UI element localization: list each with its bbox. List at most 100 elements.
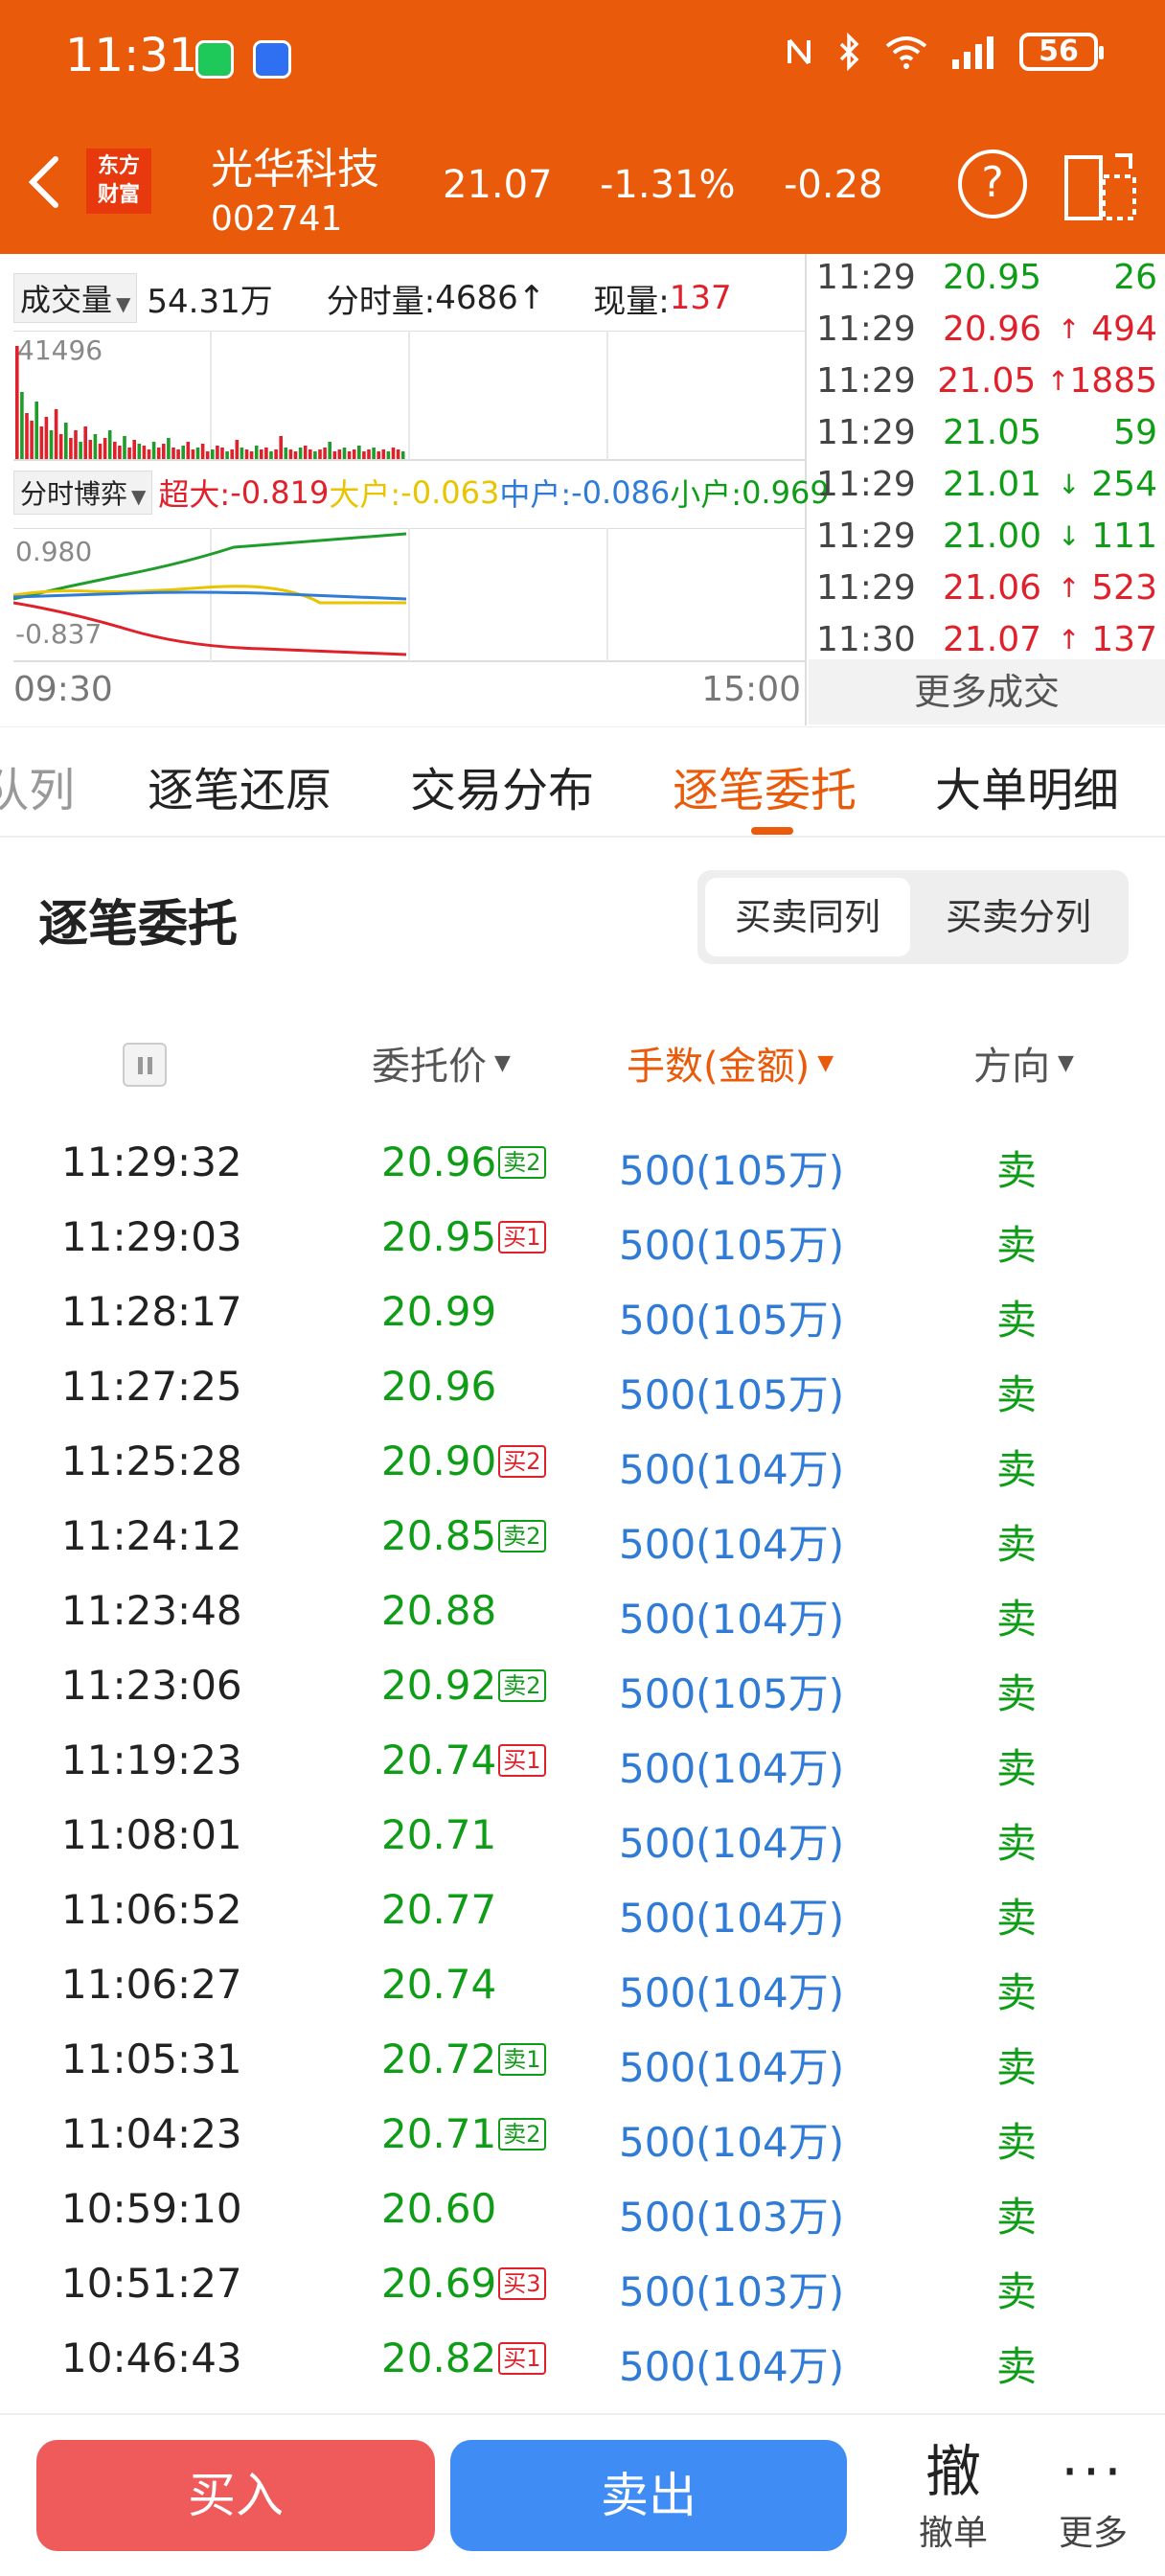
more-button[interactable]: ··· 更多 (1040, 2438, 1146, 2555)
order-row[interactable]: 11:28:17 20.99 500(105万) 卖 (0, 1278, 1165, 1353)
order-price: 20.74 买1 (381, 1736, 546, 1783)
order-price: 20.82 买1 (381, 2334, 546, 2381)
sell-button[interactable]: 卖出 (450, 2440, 847, 2551)
order-volume: 500(104万) (619, 2343, 845, 2390)
flow-indicator-selector[interactable]: 分时博弈 ▼ (13, 471, 153, 515)
order-row[interactable]: 10:51:27 20.69 买3 500(103万) 卖 (0, 2250, 1165, 2325)
volume-bar (44, 417, 49, 459)
buy-button[interactable]: 买入 (36, 2440, 435, 2551)
back-button[interactable] (23, 153, 67, 215)
cancel-icon: 撤 (925, 2439, 981, 2504)
order-time: 10:46:43 (61, 2334, 242, 2381)
direction-column-header[interactable]: 方向 ▼ (973, 1035, 1074, 1091)
bottom-action-bar: 买入 卖出 撤 撤单 ··· 更多 (0, 2413, 1165, 2576)
order-direction: 卖 (996, 1446, 1038, 1493)
section-title: 逐笔委托 (38, 896, 239, 954)
order-price: 20.71 (381, 1811, 497, 1858)
price-column-header[interactable]: 委托价 ▼ (372, 1035, 511, 1091)
order-time: 11:27:25 (61, 1363, 242, 1410)
current-price: 21.07 (443, 163, 553, 207)
order-price: 20.96 卖2 (381, 1138, 546, 1185)
app-notification-icon (253, 40, 291, 79)
order-price: 20.71 卖2 (381, 2110, 546, 2157)
order-row[interactable]: 11:06:27 20.74 500(104万) 卖 (0, 1951, 1165, 2026)
volume-column-header[interactable]: 手数(金额) ▼ (627, 1035, 834, 1091)
help-button[interactable]: ? (958, 150, 1027, 218)
order-volume: 500(104万) (619, 1820, 845, 1867)
order-row[interactable]: 11:23:06 20.92 卖2 500(105万) 卖 (0, 1652, 1165, 1727)
order-row[interactable]: 10:46:43 20.82 买1 500(104万) 卖 (0, 2325, 1165, 2400)
volume-bar (113, 442, 117, 459)
volume-bar (83, 426, 87, 459)
volume-bar (303, 446, 308, 459)
order-row[interactable]: 11:29:32 20.96 卖2 500(105万) 卖 (0, 1129, 1165, 1204)
chart-end-time: 15:00 (701, 670, 801, 709)
volume-bar (49, 430, 54, 459)
wifi-icon (885, 36, 927, 69)
stock-name[interactable]: 光华科技 (211, 134, 379, 196)
tick-time: 11:29 (816, 567, 916, 608)
tick-price: 21.05 (937, 360, 1037, 401)
m-label: 中户: (499, 476, 572, 513)
order-time: 11:24:12 (61, 1512, 242, 1559)
volume-bar (342, 448, 347, 459)
volume-bar (386, 451, 391, 459)
volume-bar (372, 448, 376, 459)
tick-price: 21.01 (943, 464, 1042, 504)
order-row[interactable]: 11:29:03 20.95 买1 500(105万) 卖 (0, 1204, 1165, 1278)
order-row[interactable]: 11:05:31 20.72 卖1 500(104万) 卖 (0, 2026, 1165, 2101)
volume-bar (220, 448, 224, 459)
volume-bar (191, 449, 195, 459)
split-screen-button[interactable] (1063, 151, 1140, 228)
flow-min-label: -0.837 (15, 618, 102, 650)
more-trades-button[interactable]: 更多成交 (809, 659, 1165, 724)
order-row[interactable]: 11:04:23 20.71 卖2 500(104万) 卖 (0, 2101, 1165, 2175)
order-row[interactable]: 11:08:01 20.71 500(104万) 卖 (0, 1802, 1165, 1876)
tick-direction-arrow: ↑ (1058, 312, 1081, 345)
stock-code: 002741 (211, 199, 343, 239)
sort-caret-icon: ▼ (494, 1050, 511, 1075)
order-row[interactable]: 10:59:10 20.60 500(103万) 卖 (0, 2175, 1165, 2250)
volume-bar (332, 451, 337, 459)
tab-trade-distribution[interactable]: 交易分布 (410, 752, 594, 819)
volume-bar (147, 449, 151, 459)
order-row[interactable]: 11:25:28 20.90 买2 500(104万) 卖 (0, 1428, 1165, 1503)
tab-tick-restore[interactable]: 逐笔还原 (148, 752, 331, 819)
volume-bar (244, 449, 249, 459)
order-price: 20.69 买3 (381, 2260, 546, 2307)
pause-icon[interactable] (123, 1043, 167, 1087)
order-direction: 卖 (996, 2343, 1038, 2390)
tick-price: 21.05 (943, 412, 1042, 452)
order-volume: 500(104万) (619, 1969, 845, 2016)
volume-bar (176, 449, 180, 459)
order-direction: 卖 (996, 2268, 1038, 2315)
order-volume: 500(104万) (619, 1446, 845, 1493)
cancel-order-button[interactable]: 撤 撤单 (901, 2438, 1006, 2555)
order-direction: 卖 (996, 1521, 1038, 1568)
split-column-option[interactable]: 买卖分列 (916, 878, 1121, 956)
intraday-chart-panel[interactable]: 成交量 ▼ 54.31万 分时量: 4686↑ 现量: 137 41496 分时博… (0, 254, 830, 725)
back-arrow-icon (28, 156, 58, 208)
order-row[interactable]: 11:27:25 20.96 500(105万) 卖 (0, 1353, 1165, 1428)
order-level-badge: 卖2 (498, 2117, 546, 2150)
order-row[interactable]: 11:23:48 20.88 500(104万) 卖 (0, 1577, 1165, 1652)
order-price: 20.72 卖1 (381, 2036, 546, 2082)
order-row[interactable]: 11:24:12 20.85 卖2 500(104万) 卖 (0, 1503, 1165, 1577)
tick-row: 11:29 21.05 59 (809, 406, 1165, 458)
tick-volume: 523 (1091, 567, 1157, 608)
more-dots-icon: ··· (1061, 2439, 1126, 2504)
volume-bar (240, 448, 244, 459)
tab-tick-orders[interactable]: 逐笔委托 (673, 752, 857, 819)
order-time: 11:23:48 (61, 1587, 242, 1634)
tick-volume: 26 (1113, 257, 1157, 297)
tab-big-orders[interactable]: 大单明细 (935, 752, 1119, 819)
order-level-badge: 卖2 (498, 1668, 546, 1702)
volume-indicator-selector[interactable]: 成交量 ▼ (13, 273, 138, 323)
same-column-option[interactable]: 买卖同列 (705, 878, 910, 956)
order-row[interactable]: 11:06:52 20.77 500(104万) 卖 (0, 1876, 1165, 1951)
tick-direction-arrow: ↑ (1046, 364, 1070, 397)
order-price: 20.92 卖2 (381, 1662, 546, 1709)
tab-queue[interactable]: 队列 (0, 752, 75, 819)
tick-volume: 111 (1091, 516, 1157, 556)
order-row[interactable]: 11:19:23 20.74 买1 500(104万) 卖 (0, 1727, 1165, 1802)
